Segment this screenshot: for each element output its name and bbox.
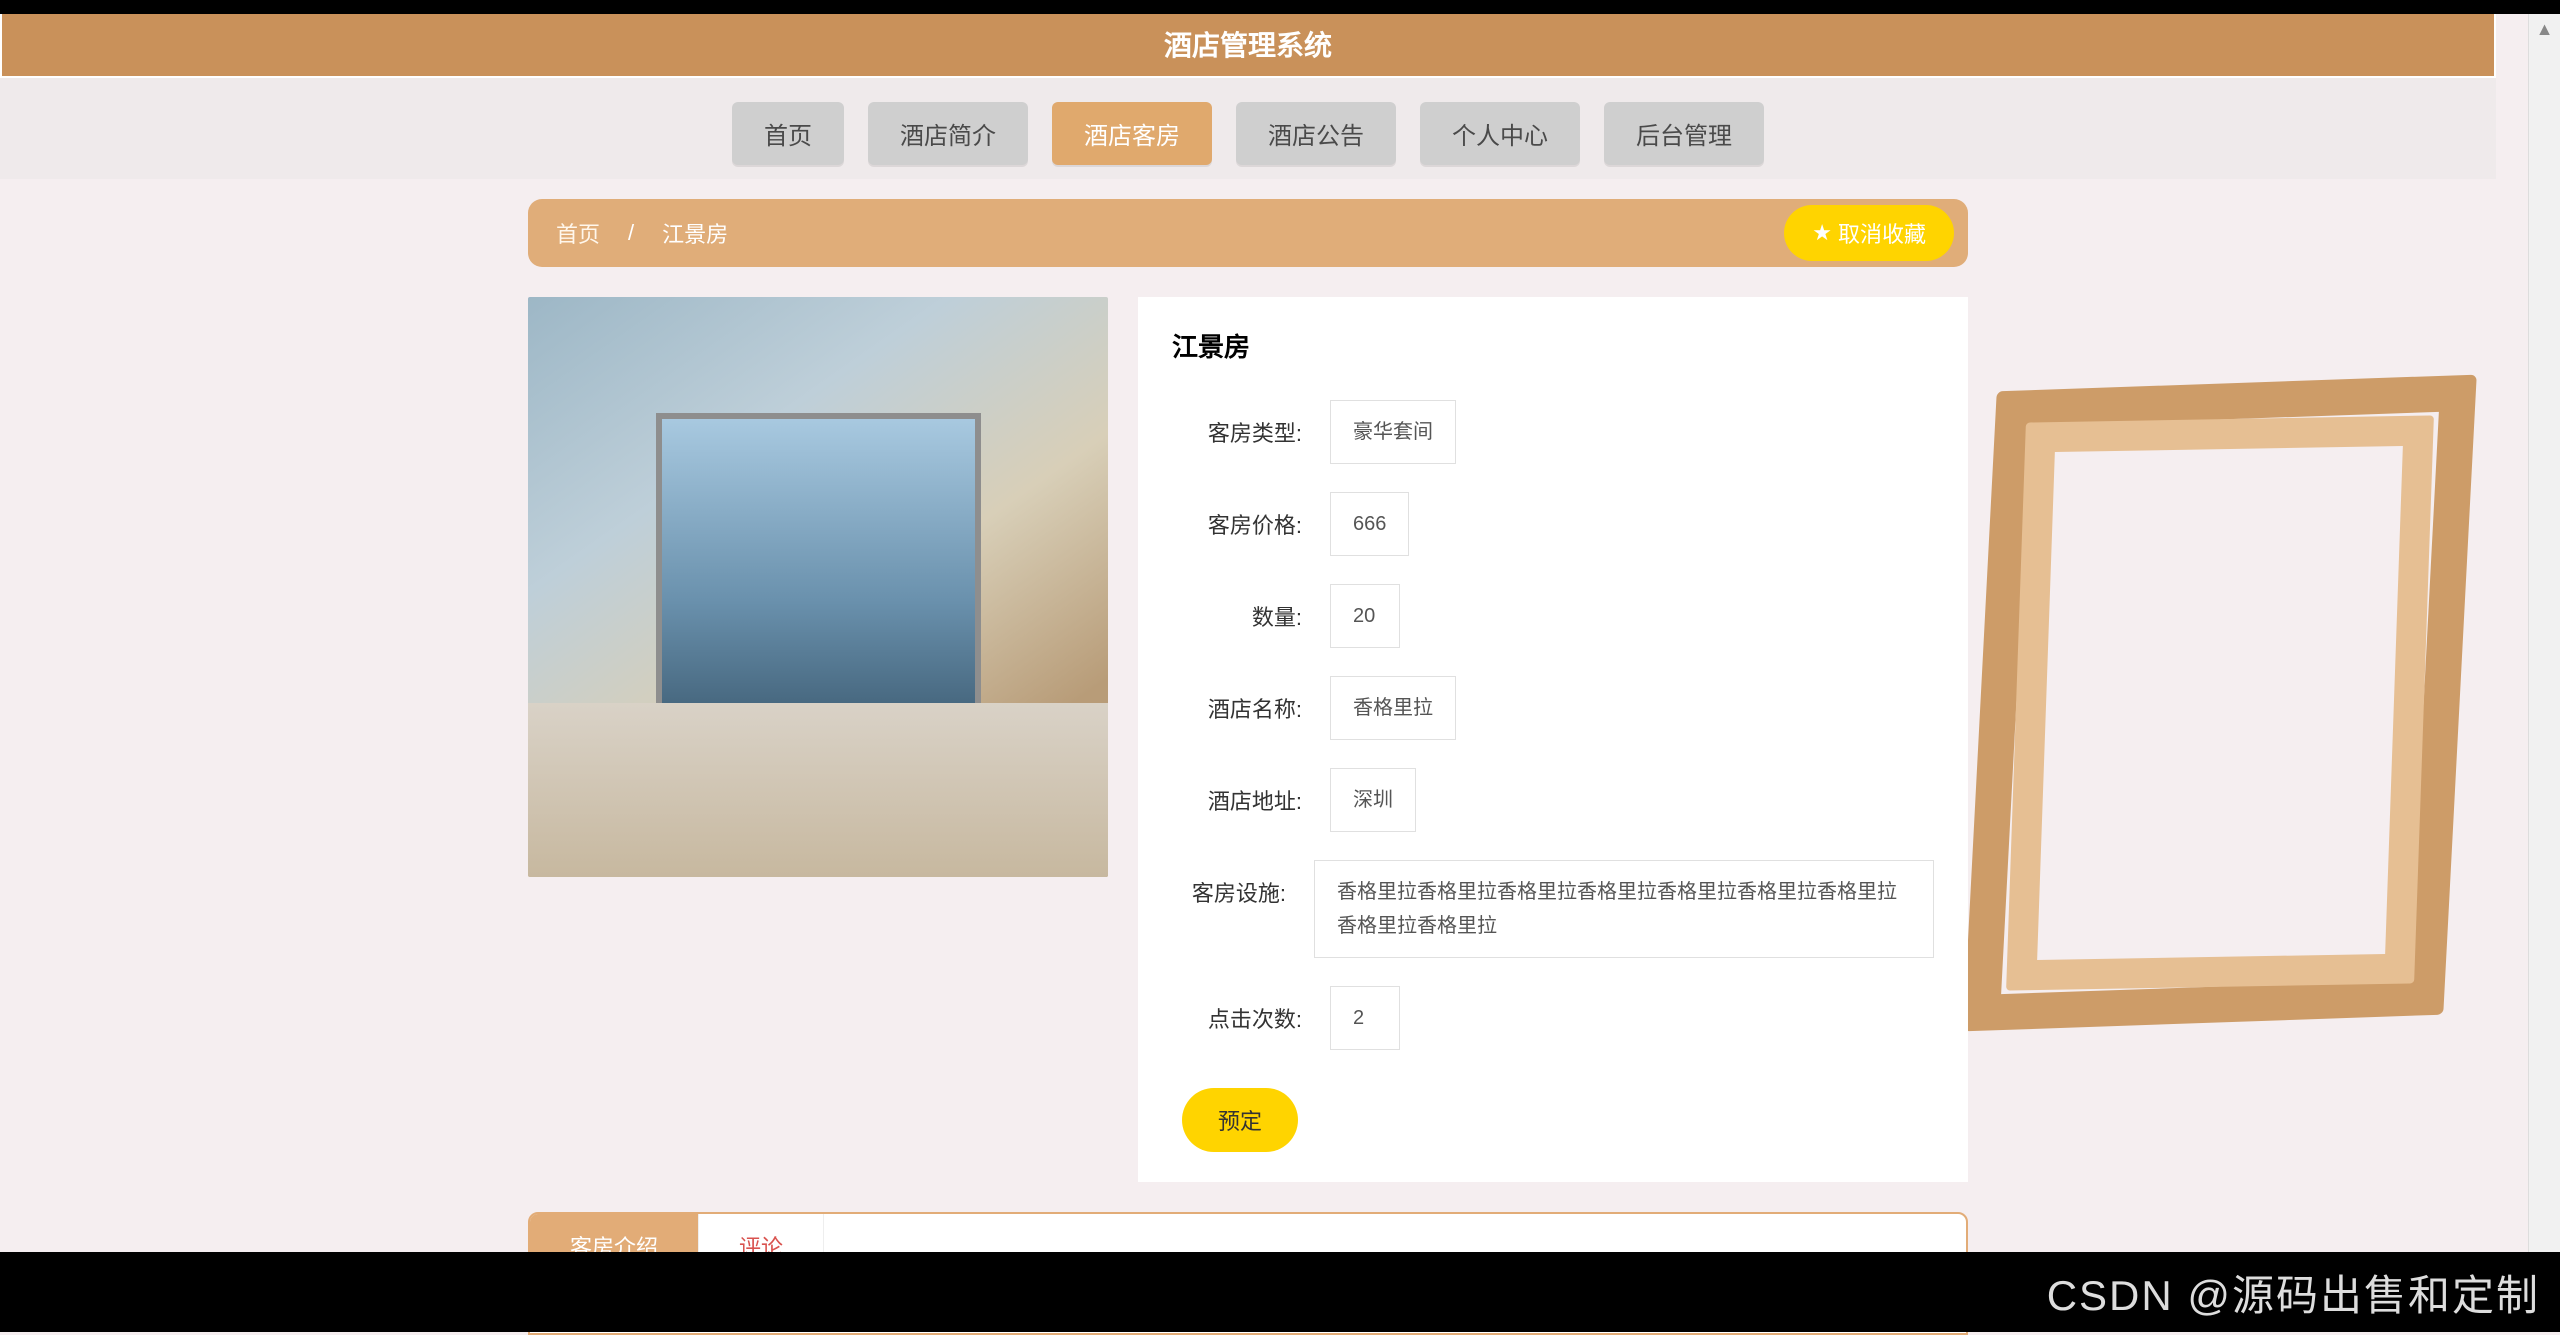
nav-admin[interactable]: 后台管理	[1604, 102, 1764, 165]
fav-label: 取消收藏	[1838, 217, 1926, 249]
field-value: 20	[1330, 584, 1400, 648]
watermark-bar: CSDN @源码出售和定制	[0, 1252, 2560, 1332]
field-value: 2	[1330, 986, 1400, 1050]
nav-profile[interactable]: 个人中心	[1420, 102, 1580, 165]
breadcrumb: 首页 / 江景房 ★ 取消收藏	[528, 199, 1968, 267]
field-label: 点击次数:	[1172, 986, 1302, 1034]
field-value: 豪华套间	[1330, 400, 1456, 464]
nav-notice[interactable]: 酒店公告	[1236, 102, 1396, 165]
decorative-frame	[1980, 383, 2460, 1023]
breadcrumb-home-link[interactable]: 首页	[556, 217, 600, 249]
field-label: 客房类型:	[1172, 400, 1302, 448]
field-label: 客房设施:	[1172, 860, 1286, 908]
app-header: 酒店管理系统	[0, 14, 2496, 78]
page-canvas: 首页 / 江景房 ★ 取消收藏 江景房 客房类型: 豪华套间 客房价格: 666	[0, 199, 2496, 1335]
field-label: 酒店名称:	[1172, 676, 1302, 724]
nav-about[interactable]: 酒店简介	[868, 102, 1028, 165]
cancel-favorite-button[interactable]: ★ 取消收藏	[1784, 205, 1954, 261]
field-label: 客房价格:	[1172, 492, 1302, 540]
nav-rooms[interactable]: 酒店客房	[1052, 102, 1212, 165]
breadcrumb-current: 江景房	[662, 217, 728, 249]
star-icon: ★	[1812, 220, 1832, 246]
field-value: 香格里拉	[1330, 676, 1456, 740]
field-label: 数量:	[1172, 584, 1302, 632]
field-room-qty: 数量: 20	[1172, 584, 1934, 648]
vertical-scrollbar[interactable]: ▲	[2528, 14, 2560, 1332]
room-title: 江景房	[1172, 327, 1934, 364]
room-detail-panel: 江景房 客房类型: 豪华套间 客房价格: 666 数量: 20 酒店名称: 香格…	[1138, 297, 1968, 1182]
field-value: 深圳	[1330, 768, 1416, 832]
field-hotel-addr: 酒店地址: 深圳	[1172, 768, 1934, 832]
book-button[interactable]: 预定	[1182, 1088, 1298, 1152]
field-label: 酒店地址:	[1172, 768, 1302, 816]
field-hotel-name: 酒店名称: 香格里拉	[1172, 676, 1934, 740]
main-nav: 首页 酒店简介 酒店客房 酒店公告 个人中心 后台管理	[0, 78, 2496, 179]
room-detail-row: 江景房 客房类型: 豪华套间 客房价格: 666 数量: 20 酒店名称: 香格…	[528, 297, 1968, 1182]
scroll-up-arrow[interactable]: ▲	[2529, 14, 2560, 44]
room-image	[528, 297, 1108, 877]
breadcrumb-sep: /	[628, 220, 634, 246]
top-black-bar	[0, 0, 2560, 14]
field-room-facility: 客房设施: 香格里拉香格里拉香格里拉香格里拉香格里拉香格里拉香格里拉香格里拉香格…	[1172, 860, 1934, 958]
field-room-type: 客房类型: 豪华套间	[1172, 400, 1934, 464]
nav-home[interactable]: 首页	[732, 102, 844, 165]
app-title: 酒店管理系统	[1164, 30, 1332, 61]
content-wrap: 首页 / 江景房 ★ 取消收藏 江景房 客房类型: 豪华套间 客房价格: 666	[528, 199, 1968, 1335]
field-value: 香格里拉香格里拉香格里拉香格里拉香格里拉香格里拉香格里拉香格里拉香格里拉	[1314, 860, 1934, 958]
field-click-count: 点击次数: 2	[1172, 986, 1934, 1050]
field-value: 666	[1330, 492, 1409, 556]
field-room-price: 客房价格: 666	[1172, 492, 1934, 556]
watermark-text: CSDN @源码出售和定制	[2047, 1262, 2540, 1323]
